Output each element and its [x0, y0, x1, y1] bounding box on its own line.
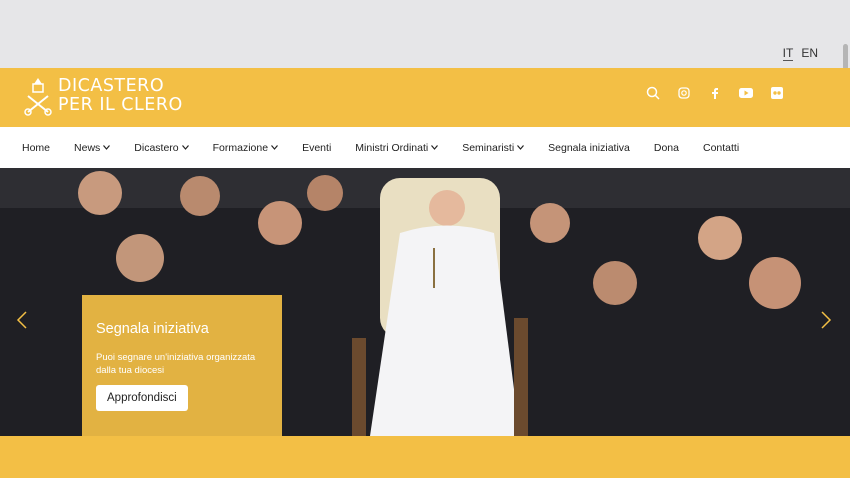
youtube-icon[interactable]: [739, 86, 753, 100]
nav-item-segnala-iniziativa[interactable]: Segnala iniziativa: [548, 142, 630, 154]
nav-item-dicastero[interactable]: Dicastero: [134, 142, 189, 154]
browser-top-strip: [0, 0, 850, 68]
chevron-down-icon: [181, 145, 189, 150]
hero-card-title: Segnala iniziativa: [96, 321, 209, 337]
search-icon[interactable]: [646, 86, 660, 100]
nav-item-eventi[interactable]: Eventi: [302, 142, 331, 154]
facebook-icon[interactable]: [708, 86, 722, 100]
logo-line-1: DICASTERO: [58, 76, 165, 96]
hero-card-text: Puoi segnare un'iniziativa organizzata d…: [96, 352, 256, 376]
lang-en[interactable]: EN: [801, 46, 818, 61]
approfondisci-button[interactable]: Approfondisci: [96, 385, 188, 411]
scrollbar[interactable]: [843, 44, 848, 70]
language-switcher: IT EN: [782, 46, 818, 61]
slider-next-arrow-icon[interactable]: [820, 310, 832, 330]
nav-item-seminaristi[interactable]: Seminaristi: [462, 142, 525, 154]
chevron-down-icon: [431, 145, 439, 150]
instagram-icon[interactable]: [677, 86, 691, 100]
nav-item-home[interactable]: Home: [22, 142, 50, 154]
lang-it[interactable]: IT: [782, 46, 794, 61]
nav-item-news[interactable]: News: [74, 142, 111, 154]
nav-item-formazione[interactable]: Formazione: [213, 142, 279, 154]
papal-keys-icon: [24, 78, 52, 116]
chevron-down-icon: [271, 145, 279, 150]
nav-item-ministri-ordinati[interactable]: Ministri Ordinati: [355, 142, 439, 154]
main-navigation: Home News Dicastero Formazione Eventi Mi…: [0, 127, 850, 168]
nav-item-dona[interactable]: Dona: [654, 142, 679, 154]
logo-line-2: PER IL CLERO: [58, 95, 183, 115]
site-logo[interactable]: DICASTERO PER IL CLERO: [22, 76, 183, 116]
header-icons: [646, 86, 784, 100]
site-header: DICASTERO PER IL CLERO: [0, 68, 850, 127]
flickr-icon[interactable]: [770, 86, 784, 100]
slider-prev-arrow-icon[interactable]: [16, 310, 28, 330]
chevron-down-icon: [517, 145, 525, 150]
nav-item-contatti[interactable]: Contatti: [703, 142, 739, 154]
hero-card: Segnala iniziativa Puoi segnare un'inizi…: [82, 295, 282, 436]
bottom-brand-bar: [0, 436, 850, 478]
chevron-down-icon: [103, 145, 111, 150]
